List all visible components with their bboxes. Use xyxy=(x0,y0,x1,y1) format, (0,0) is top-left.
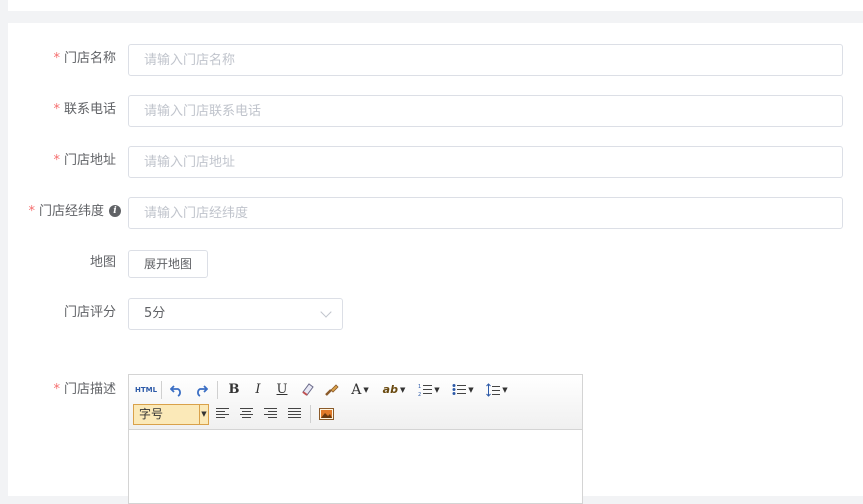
store-phone-label: * 联系电话 xyxy=(53,102,116,117)
top-bar xyxy=(8,0,863,11)
brush-icon xyxy=(324,384,339,396)
align-justify-icon xyxy=(288,408,301,418)
clear-format-button[interactable] xyxy=(297,380,317,400)
eraser-icon xyxy=(301,383,314,396)
unordered-list-icon xyxy=(452,384,467,395)
required-mark: * xyxy=(28,204,35,219)
align-left-icon xyxy=(216,408,229,418)
store-name-input[interactable] xyxy=(128,44,843,76)
unordered-list-button[interactable]: ▼ xyxy=(449,380,477,400)
info-icon[interactable]: i xyxy=(109,204,121,217)
store-coords-input[interactable] xyxy=(128,197,843,229)
rich-text-editor: HTML B I U A ▼ ab ▼ 1 2 ▼ ▼ ▼ 字号 ▼ xyxy=(128,374,583,504)
toolbar-separator xyxy=(161,381,162,399)
ordered-list-button[interactable]: 1 2 ▼ xyxy=(415,380,443,400)
align-right-button[interactable] xyxy=(264,408,277,420)
dropdown-caret-icon: ▼ xyxy=(199,405,208,424)
store-address-input[interactable] xyxy=(128,146,843,178)
redo-button[interactable] xyxy=(191,380,211,400)
italic-button[interactable]: I xyxy=(249,380,267,400)
undo-icon xyxy=(169,384,181,397)
align-justify-button[interactable] xyxy=(288,408,301,420)
dropdown-caret-icon: ▼ xyxy=(363,386,369,394)
align-center-icon xyxy=(240,408,253,418)
align-center-button[interactable] xyxy=(240,408,253,420)
ordered-list-icon: 12 xyxy=(418,384,433,398)
line-height-icon xyxy=(486,383,501,397)
description-label: * 门店描述 xyxy=(53,382,116,397)
undo-button[interactable] xyxy=(167,380,187,400)
svg-text:1: 1 xyxy=(418,384,421,390)
map-label: 地图 xyxy=(89,255,116,270)
insert-image-button[interactable] xyxy=(316,404,336,424)
dropdown-caret-icon: ▼ xyxy=(399,386,406,394)
align-right-icon xyxy=(264,408,277,418)
html-source-button[interactable]: HTML xyxy=(133,380,159,400)
editor-toolbar: HTML B I U A ▼ ab ▼ 1 2 ▼ ▼ ▼ 字号 ▼ xyxy=(129,375,582,430)
editor-content-area[interactable] xyxy=(129,430,582,500)
required-mark: * xyxy=(53,382,60,397)
dropdown-caret-icon: ▼ xyxy=(468,386,474,394)
bold-button[interactable]: B xyxy=(225,380,243,400)
chevron-down-icon xyxy=(320,306,332,318)
required-mark: * xyxy=(53,102,60,117)
dropdown-caret-icon: ▼ xyxy=(434,386,440,394)
highlight-color-button[interactable]: ab ▼ xyxy=(379,380,409,400)
store-name-label: * 门店名称 xyxy=(53,51,116,66)
expand-map-button[interactable]: 展开地图 xyxy=(128,250,208,278)
svg-text:2: 2 xyxy=(418,392,421,397)
dropdown-caret-icon: ▼ xyxy=(502,386,508,394)
toolbar-separator xyxy=(310,405,311,423)
align-left-button[interactable] xyxy=(216,408,229,420)
required-mark: * xyxy=(53,51,60,66)
store-phone-input[interactable] xyxy=(128,95,843,127)
required-mark: * xyxy=(53,153,60,168)
toolbar-separator xyxy=(217,381,218,399)
underline-button[interactable]: U xyxy=(273,380,291,400)
store-address-label: * 门店地址 xyxy=(53,153,116,168)
format-painter-button[interactable] xyxy=(321,380,341,400)
rating-label: 门店评分 xyxy=(63,305,116,320)
line-height-button[interactable]: ▼ xyxy=(483,380,511,400)
image-icon xyxy=(318,407,334,420)
redo-icon xyxy=(197,384,209,397)
font-color-button[interactable]: A ▼ xyxy=(347,380,373,400)
store-coords-label: * 门店经纬度 i xyxy=(28,196,121,228)
font-size-select[interactable]: 字号 ▼ xyxy=(133,404,209,425)
rating-selected-value: 5分 xyxy=(144,306,166,321)
rating-select[interactable]: 5分 xyxy=(128,298,343,330)
